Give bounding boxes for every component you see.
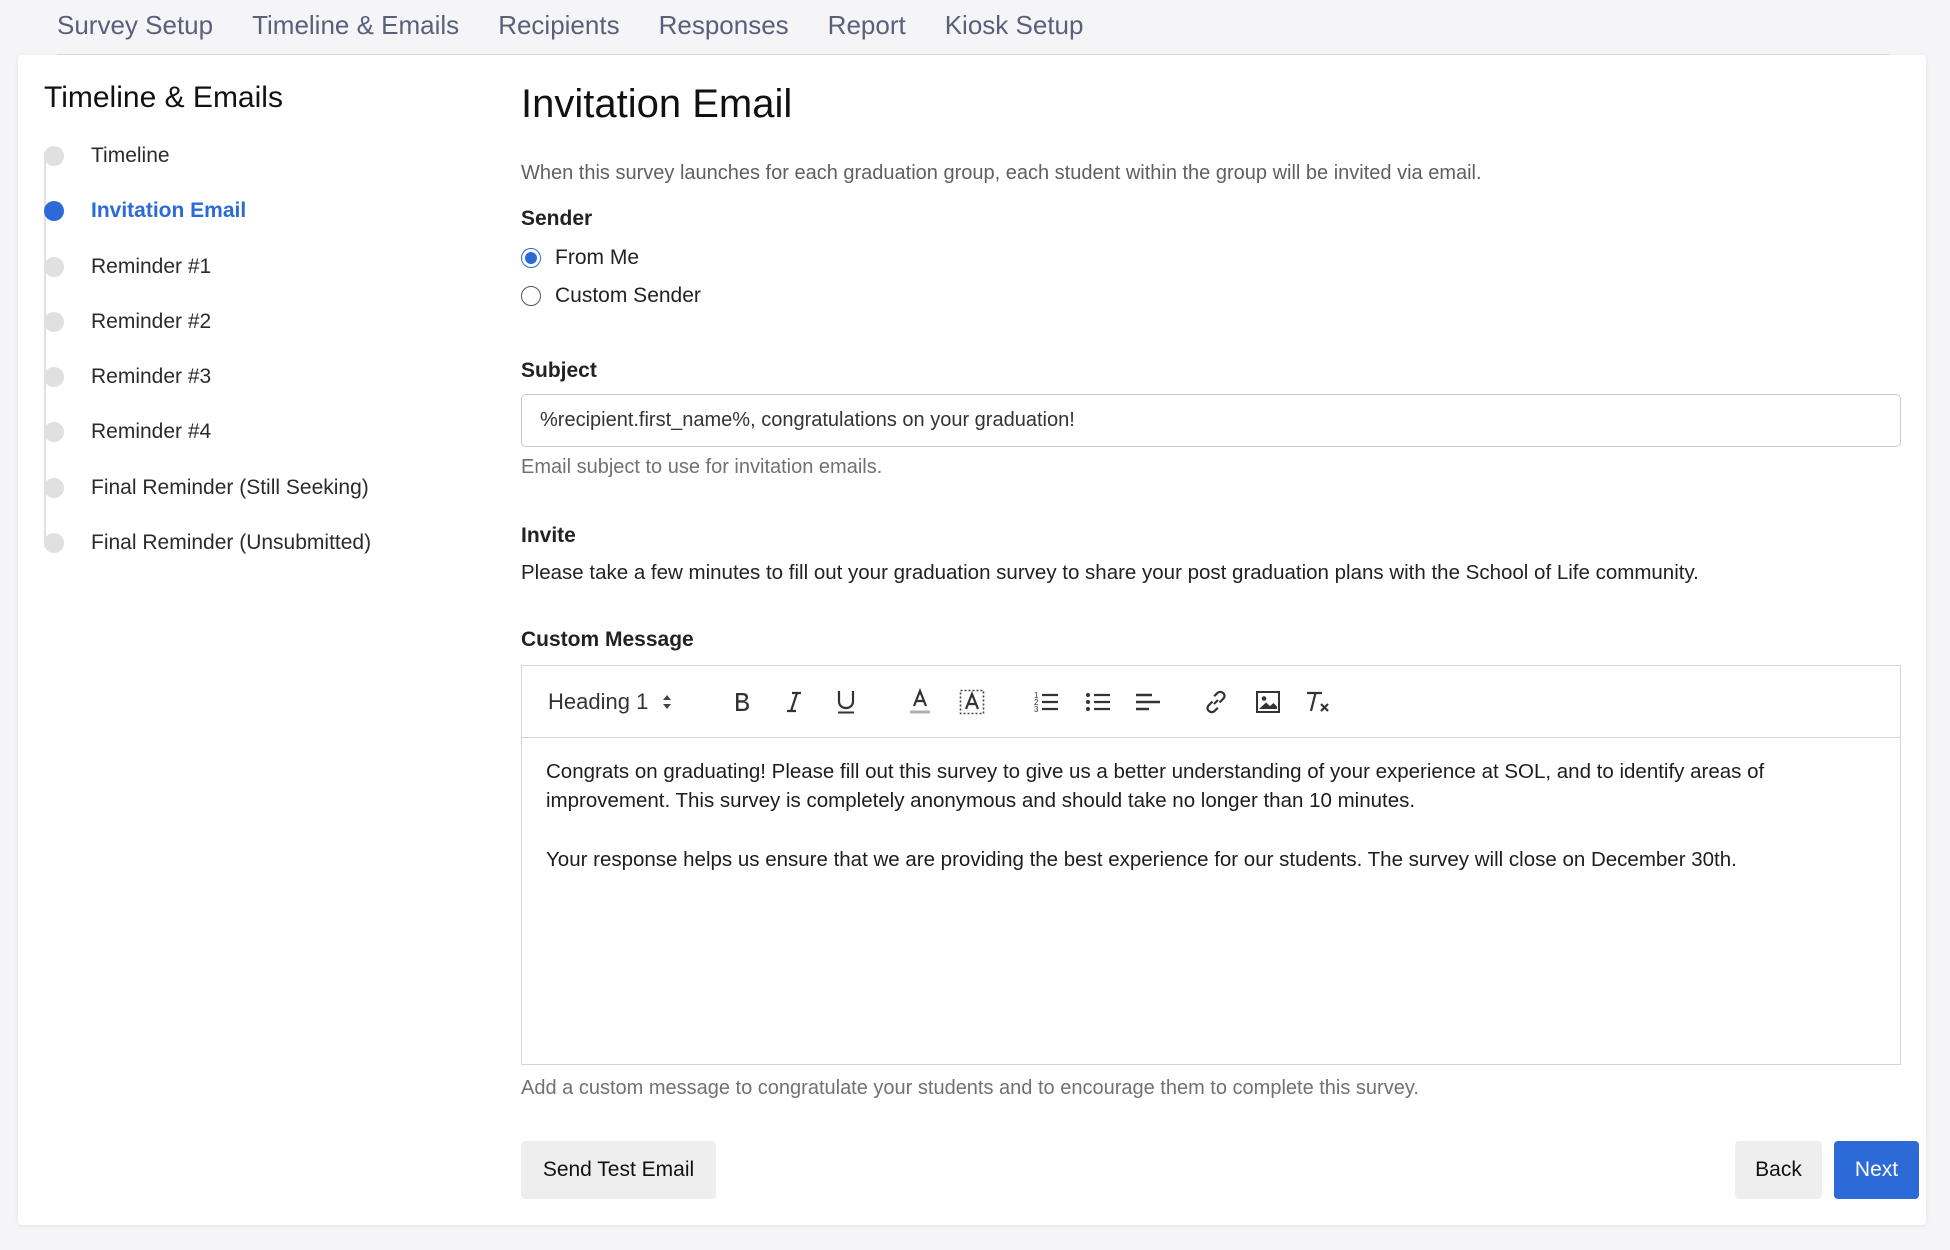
- bullet-list-icon[interactable]: [1080, 684, 1116, 720]
- ordered-list-icon[interactable]: 123: [1028, 684, 1064, 720]
- step-label: Final Reminder (Unsubmitted): [91, 531, 372, 554]
- step-dot-active: [44, 201, 64, 221]
- step-timeline[interactable]: Timeline: [44, 141, 170, 171]
- rich-text-editor: Heading 1 123 Congrats on graduating! Pl…: [521, 665, 1901, 1065]
- step-reminder-3[interactable]: Reminder #3: [44, 362, 211, 392]
- step-dot: [44, 257, 64, 277]
- step-reminder-2[interactable]: Reminder #2: [44, 307, 211, 337]
- step-label: Reminder #2: [91, 310, 212, 333]
- step-label: Timeline: [91, 144, 170, 167]
- image-icon[interactable]: [1250, 684, 1286, 720]
- heading-select-value: Heading 1: [548, 689, 649, 714]
- sidebar-title: Timeline & Emails: [44, 81, 283, 114]
- subject-label: Subject: [521, 359, 597, 382]
- step-dot: [44, 146, 64, 166]
- editor-body: Congrats on graduating! Please fill out …: [546, 757, 1840, 874]
- step-dot: [44, 422, 64, 442]
- tab-report[interactable]: Report: [828, 0, 906, 41]
- custom-message-label: Custom Message: [521, 628, 694, 651]
- step-label: Reminder #1: [91, 255, 212, 278]
- clear-format-icon[interactable]: [1300, 684, 1336, 720]
- top-navigation: Survey Setup Timeline & Emails Recipient…: [0, 0, 1950, 55]
- step-final-reminder-unsubmitted[interactable]: Final Reminder (Unsubmitted): [44, 528, 371, 558]
- radio-label: From Me: [555, 246, 639, 269]
- custom-message-help-text: Add a custom message to congratulate you…: [521, 1077, 1419, 1099]
- tab-timeline-emails[interactable]: Timeline & Emails: [252, 0, 459, 41]
- content-card: Timeline & Emails Timeline Invitation Em…: [18, 55, 1926, 1225]
- step-dot: [44, 533, 64, 553]
- heading-select[interactable]: Heading 1: [548, 684, 680, 720]
- step-dot: [44, 367, 64, 387]
- tab-recipients[interactable]: Recipients: [498, 0, 619, 41]
- text-color-icon[interactable]: [902, 684, 938, 720]
- back-button[interactable]: Back: [1735, 1141, 1822, 1199]
- radio-label: Custom Sender: [555, 284, 701, 307]
- underline-icon[interactable]: [828, 684, 864, 720]
- tab-kiosk-setup[interactable]: Kiosk Setup: [945, 0, 1084, 41]
- sender-custom-option[interactable]: Custom Sender: [521, 284, 701, 308]
- next-button[interactable]: Next: [1834, 1141, 1919, 1199]
- editor-content-area[interactable]: Congrats on graduating! Please fill out …: [522, 738, 1900, 1064]
- main-panel: Invitation Email When this survey launch…: [521, 55, 1919, 1225]
- step-reminder-4[interactable]: Reminder #4: [44, 417, 211, 447]
- step-invitation-email[interactable]: Invitation Email: [44, 196, 246, 226]
- align-left-icon[interactable]: [1130, 684, 1166, 720]
- message-paragraph: Congrats on graduating! Please fill out …: [546, 760, 1765, 812]
- sender-label: Sender: [521, 207, 593, 230]
- radio-checked[interactable]: [521, 248, 541, 268]
- tab-survey-setup[interactable]: Survey Setup: [57, 0, 213, 41]
- step-final-reminder-still-seeking[interactable]: Final Reminder (Still Seeking): [44, 473, 369, 503]
- step-label: Reminder #3: [91, 365, 212, 388]
- link-icon[interactable]: [1198, 684, 1234, 720]
- svg-text:3: 3: [1034, 705, 1039, 714]
- bold-icon[interactable]: [724, 684, 760, 720]
- highlight-icon[interactable]: [954, 684, 990, 720]
- tab-responses[interactable]: Responses: [659, 0, 789, 41]
- page-title: Invitation Email: [521, 82, 793, 126]
- invite-label: Invite: [521, 524, 576, 547]
- step-label: Reminder #4: [91, 420, 212, 443]
- step-dot: [44, 312, 64, 332]
- subject-input[interactable]: [521, 394, 1901, 447]
- send-test-email-button[interactable]: Send Test Email: [521, 1141, 716, 1199]
- editor-toolbar: Heading 1 123: [522, 666, 1900, 738]
- message-paragraph: Your response helps us ensure that we ar…: [546, 848, 1737, 871]
- italic-icon[interactable]: [776, 684, 812, 720]
- sender-from-me-option[interactable]: From Me: [521, 246, 639, 270]
- sort-caret-icon: [663, 695, 672, 709]
- invite-text: Please take a few minutes to fill out yo…: [521, 561, 1699, 584]
- step-label: Invitation Email: [91, 199, 247, 222]
- step-label: Final Reminder (Still Seeking): [91, 476, 369, 499]
- step-dot: [44, 478, 64, 498]
- subject-help-text: Email subject to use for invitation emai…: [521, 456, 883, 478]
- radio-unchecked[interactable]: [521, 286, 541, 306]
- intro-text: When this survey launches for each gradu…: [521, 162, 1482, 184]
- step-reminder-1[interactable]: Reminder #1: [44, 252, 211, 282]
